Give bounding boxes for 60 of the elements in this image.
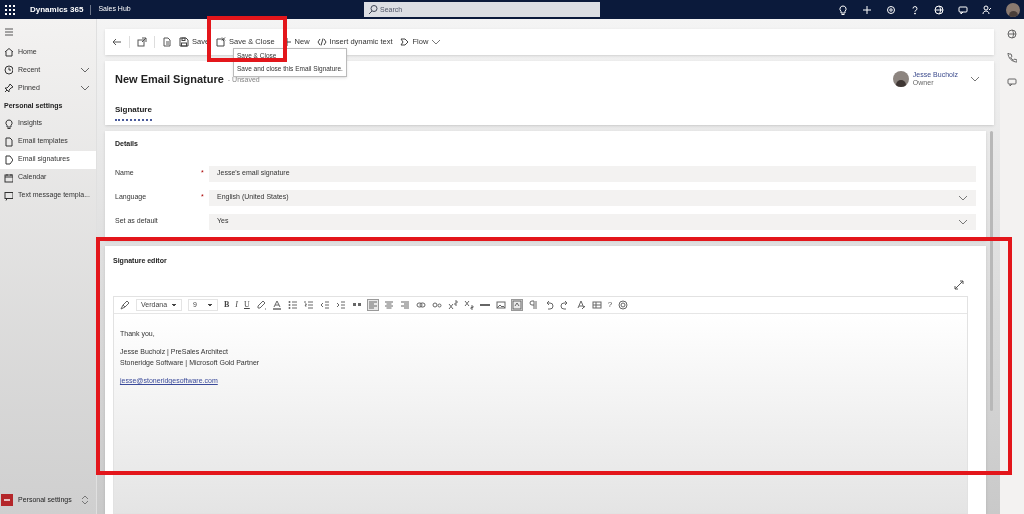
subscript-icon[interactable] — [463, 300, 474, 310]
home-icon — [4, 47, 13, 57]
flow-icon — [399, 37, 410, 47]
message-icon — [4, 190, 13, 201]
clock-icon — [4, 65, 13, 75]
caret-icon — [207, 302, 213, 308]
search-icon — [368, 4, 378, 14]
owner-avatar — [892, 71, 909, 87]
document-icon[interactable] — [162, 37, 172, 47]
save-icon — [179, 37, 189, 47]
italic-button[interactable]: I — [235, 299, 238, 311]
font-color-icon[interactable] — [271, 300, 282, 310]
area-badge-icon — [1, 494, 13, 506]
lightbulb-icon[interactable] — [838, 4, 848, 15]
chevron-down-icon — [431, 38, 442, 46]
clear-format-icon[interactable] — [575, 300, 586, 310]
phone-icon[interactable] — [1007, 53, 1017, 63]
help-icon[interactable] — [910, 4, 920, 15]
underline-button[interactable]: U — [244, 299, 250, 311]
save-close-icon — [216, 37, 227, 47]
caret-icon — [171, 302, 177, 308]
target-icon[interactable] — [618, 300, 629, 310]
outdent-icon[interactable] — [319, 300, 330, 310]
paragraph-icon[interactable] — [527, 300, 538, 310]
superscript-icon[interactable] — [447, 300, 458, 310]
expand-icon[interactable] — [954, 280, 964, 290]
tab[interactable]: Signature — [115, 104, 152, 121]
app-name: Dynamics 365 — [30, 3, 84, 16]
code-icon — [316, 37, 327, 47]
numbered-list-icon[interactable] — [303, 300, 314, 310]
bold-button[interactable]: B — [224, 299, 230, 311]
image-icon[interactable] — [495, 300, 506, 310]
chat-icon[interactable] — [958, 4, 968, 15]
chevron-down-icon — [958, 217, 968, 226]
pop-out-icon[interactable] — [137, 37, 147, 47]
person-icon[interactable] — [982, 4, 992, 15]
bullet-list-icon[interactable] — [287, 300, 298, 310]
back-arrow-icon[interactable] — [112, 37, 122, 47]
chevron-down-icon — [958, 193, 968, 202]
indent-icon[interactable] — [335, 300, 346, 310]
signature-icon — [4, 154, 13, 165]
settings-icon[interactable] — [886, 4, 896, 15]
redo-icon[interactable] — [559, 300, 570, 310]
pin-icon — [4, 83, 13, 93]
lightbulb-icon — [4, 118, 13, 129]
table-icon[interactable] — [591, 300, 602, 310]
chevron-down-icon[interactable] — [970, 75, 980, 83]
up-down-icon — [80, 495, 90, 505]
source-icon[interactable] — [511, 300, 522, 310]
link-icon[interactable] — [415, 300, 426, 310]
form-title: New Email Signature — [115, 72, 224, 87]
highlight-pen-icon[interactable] — [255, 300, 266, 310]
format-painter-icon[interactable] — [120, 300, 130, 310]
document-icon — [4, 136, 13, 147]
unlink-icon[interactable] — [431, 300, 442, 310]
plus-icon[interactable] — [862, 4, 872, 15]
help-button[interactable]: ? — [607, 299, 613, 311]
user-avatar[interactable] — [1006, 2, 1020, 17]
calendar-icon — [4, 172, 13, 183]
app-launcher-icon[interactable] — [4, 3, 16, 16]
